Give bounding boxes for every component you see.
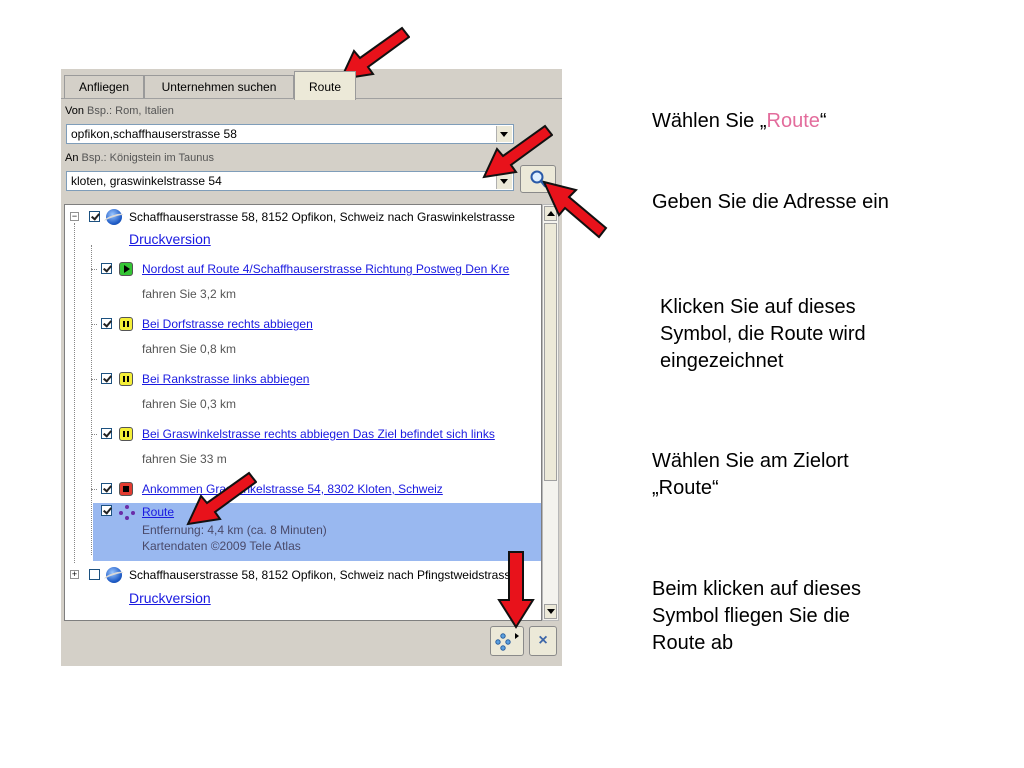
earth-globe-icon [106, 209, 122, 225]
annotation-click-symbol: Klicken Sie auf dieses Symbol, die Route… [660, 296, 866, 372]
to-input[interactable]: kloten, graswinkelstrasse 54 [66, 171, 514, 191]
step4-checkbox[interactable] [101, 428, 112, 439]
start-green-icon [119, 262, 133, 276]
red-arrow-icon [186, 471, 257, 526]
red-arrow-icon [542, 180, 608, 239]
annotation-fly-route: Beim klicken auf dieses Symbol fliegen S… [652, 578, 861, 654]
route1-checkbox[interactable] [89, 211, 100, 222]
step1-checkbox[interactable] [101, 263, 112, 274]
step2-detail: fahren Sie 0,8 km [142, 342, 237, 356]
step1-detail: fahren Sie 3,2 km [142, 287, 237, 301]
route-mapdata: Kartendaten ©2009 Tele Atlas [142, 539, 301, 553]
from-value: opfikon,schaffhauserstrasse 58 [71, 127, 237, 141]
tree-branch [91, 324, 97, 325]
step4-detail: fahren Sie 33 m [142, 452, 227, 466]
tab-unternehmen-suchen[interactable]: Unternehmen suchen [144, 75, 294, 98]
route-item-link[interactable]: Route [142, 505, 174, 519]
earth-globe-icon [106, 567, 122, 583]
tree-guide [74, 223, 75, 563]
to-label: An Bsp.: Königstein im Taunus [65, 152, 214, 164]
fly-route-button[interactable] [490, 626, 524, 656]
annotation-1-suffix: “ [819, 110, 827, 132]
from-input[interactable]: opfikon,schaffhauserstrasse 58 [66, 124, 514, 144]
route2-checkbox[interactable] [89, 569, 100, 580]
tree-branch [91, 434, 97, 435]
turn-yellow-icon [119, 427, 133, 441]
tab-route[interactable]: Route [294, 71, 356, 100]
red-arrow-icon [482, 124, 553, 179]
step2-link[interactable]: Bei Dorfstrasse rechts abbiegen [142, 317, 313, 331]
close-button[interactable]: × [529, 626, 557, 656]
step1-link[interactable]: Nordost auf Route 4/Schaffhauserstrasse … [142, 262, 509, 276]
annotation-destination-route: Wählen Sie am Zielort „Route“ [652, 450, 849, 499]
route-item-icon [119, 505, 135, 521]
route2-print-link[interactable]: Druckversion [129, 590, 211, 606]
route-item-row[interactable]: Route Entfernung: 4,4 km (ca. 8 Minuten)… [93, 503, 541, 561]
from-hint: Bsp.: Rom, Italien [87, 105, 174, 117]
step4-link[interactable]: Bei Graswinkelstrasse rechts abbiegen Da… [142, 427, 495, 441]
step3-detail: fahren Sie 0,3 km [142, 397, 237, 411]
close-icon: × [538, 632, 548, 649]
step3-link[interactable]: Bei Rankstrasse links abbiegen [142, 372, 309, 386]
stop-red-icon [119, 482, 133, 496]
route2-title[interactable]: Schaffhauserstrasse 58, 8152 Opfikon, Sc… [129, 568, 517, 582]
tab-bar: Anfliegen Unternehmen suchen Route [61, 69, 562, 100]
route1-title[interactable]: Schaffhauserstrasse 58, 8152 Opfikon, Sc… [129, 210, 515, 224]
tree-branch [91, 489, 97, 490]
bottom-toolbar [61, 621, 562, 666]
step2-checkbox[interactable] [101, 318, 112, 329]
scroll-thumb[interactable] [544, 223, 557, 481]
collapse-toggle[interactable]: − [70, 212, 79, 221]
red-arrow-icon [497, 551, 535, 629]
to-value: kloten, graswinkelstrasse 54 [71, 174, 222, 188]
to-hint: Bsp.: Königstein im Taunus [81, 152, 215, 164]
step3-checkbox[interactable] [101, 373, 112, 384]
tree-guide-inner [91, 245, 92, 555]
step5-checkbox[interactable] [101, 483, 112, 494]
tab-anfliegen[interactable]: Anfliegen [64, 75, 144, 98]
fly-route-icon [495, 633, 519, 651]
annotation-enter-address: Geben Sie die Adresse ein [652, 191, 889, 213]
route1-print-link[interactable]: Druckversion [129, 231, 211, 247]
annotation-1-accent: Route [766, 110, 820, 132]
tree-branch [91, 379, 97, 380]
route-item-checkbox[interactable] [101, 505, 112, 516]
results-tree: − Schaffhauserstrasse 58, 8152 Opfikon, … [64, 204, 542, 621]
expand-toggle[interactable]: + [70, 570, 79, 579]
scroll-down-button[interactable] [544, 604, 557, 619]
from-label: Von Bsp.: Rom, Italien [65, 105, 174, 117]
to-label-text: An [65, 152, 79, 164]
turn-yellow-icon [119, 317, 133, 331]
turn-yellow-icon [119, 372, 133, 386]
annotation-1-prefix: Wählen Sie „ [652, 110, 767, 132]
annotation-choose-route: Wählen Sie „Route“ [652, 108, 1012, 135]
tree-branch [91, 269, 97, 270]
vertical-scrollbar[interactable] [542, 204, 559, 621]
from-label-text: Von [65, 105, 84, 117]
